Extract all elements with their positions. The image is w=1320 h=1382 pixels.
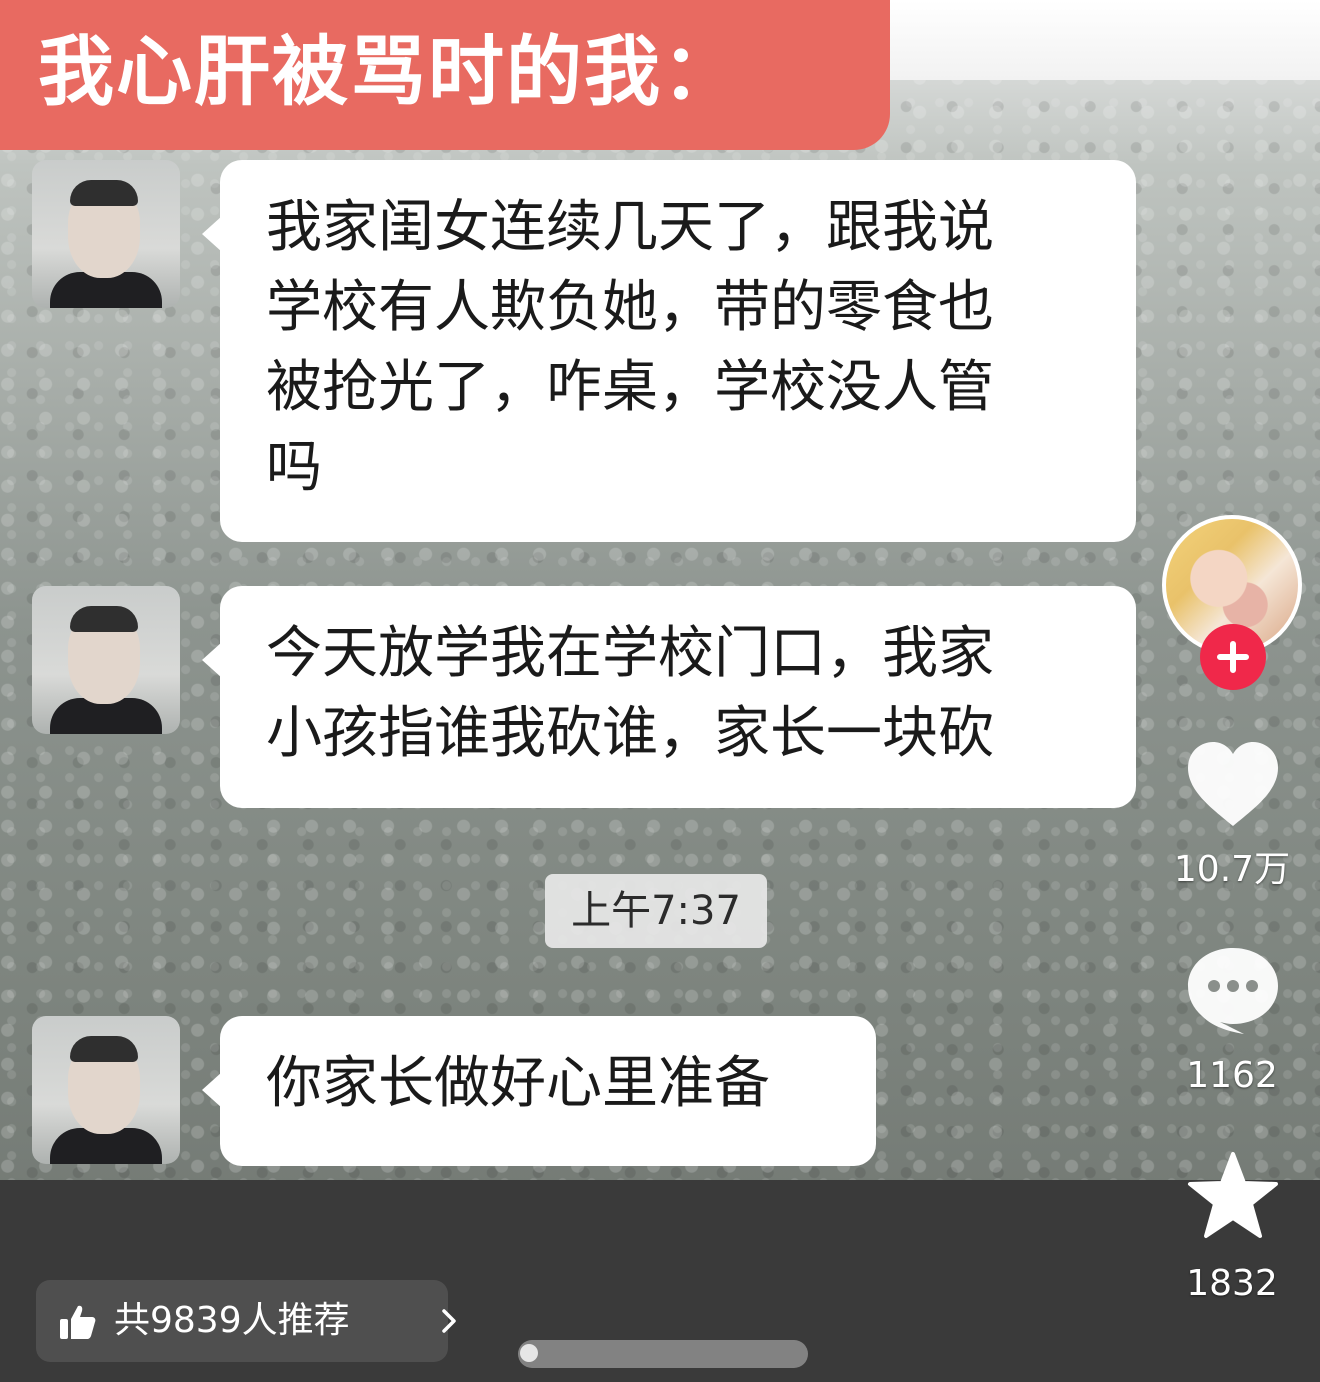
message-line: 你家长做好心里准备 xyxy=(266,1051,770,1116)
caption-title: 我心肝被骂时的我： xyxy=(38,27,740,116)
message-line: 我家闺女连续几天了，跟我说 xyxy=(266,195,994,260)
heart-icon[interactable] xyxy=(1184,738,1282,830)
sender-avatar[interactable] xyxy=(32,160,180,308)
message-line: 吗 xyxy=(266,435,322,500)
chevron-right-icon xyxy=(442,1309,456,1333)
comment-count: 1162 xyxy=(1186,1055,1278,1096)
message-line: 被抢光了，咋桌，学校没人管 xyxy=(266,355,994,420)
favorite-count: 1832 xyxy=(1186,1263,1278,1304)
sender-avatar[interactable] xyxy=(32,1016,180,1164)
recommend-label: 共9839人推荐 xyxy=(114,1300,350,1341)
message-line: 今天放学我在学校门口，我家 xyxy=(266,621,994,686)
message-bubble-1: 我家闺女连续几天了，跟我说 学校有人欺负她，带的零食也 被抢光了，咋桌，学校没人… xyxy=(202,160,1136,542)
sender-avatar[interactable] xyxy=(32,586,180,734)
message-bubble-2: 今天放学我在学校门口，我家 小孩指谁我砍谁，家长一块砍 xyxy=(202,586,1136,808)
like-count: 10.7万 xyxy=(1173,849,1291,890)
follow-button[interactable] xyxy=(1200,624,1266,690)
message-timestamp: 上午7:37 xyxy=(545,874,767,948)
message-bubble-3: 你家长做好心里准备 xyxy=(202,1016,876,1166)
message-line: 学校有人欺负她，带的零食也 xyxy=(266,275,994,340)
comment-icon[interactable] xyxy=(1184,944,1282,1036)
thumbs-up-icon xyxy=(60,1305,96,1339)
caption-dot xyxy=(520,1344,538,1362)
star-icon[interactable] xyxy=(1186,1150,1280,1240)
caption-banner: 我心肝被骂时的我： xyxy=(0,0,890,150)
message-line: 小孩指谁我砍谁，家长一块砍 xyxy=(266,701,994,766)
plus-icon xyxy=(1217,641,1249,673)
recommend-button[interactable]: 共9839人推荐 xyxy=(36,1280,456,1362)
caption-placeholder xyxy=(518,1340,808,1368)
